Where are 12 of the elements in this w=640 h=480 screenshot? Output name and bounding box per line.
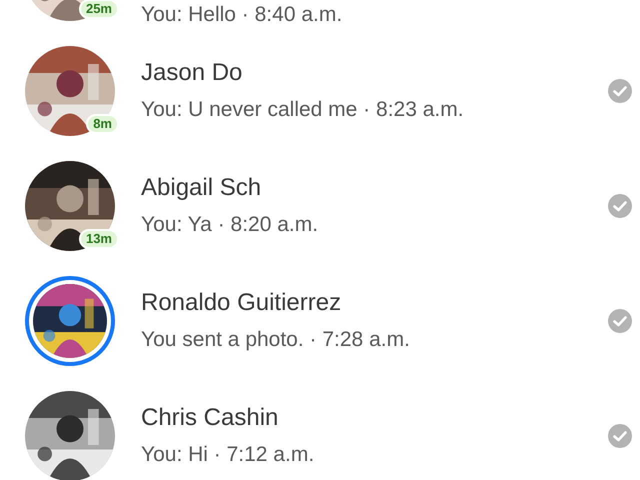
message-preview: You: Ya · 8:20 a.m. [141, 212, 320, 238]
message-preview: You: U never called me · 8:23 a.m. [141, 96, 465, 122]
active-time-badge: 8m [86, 114, 119, 134]
message-preview: You: Hi · 7:12 a.m. [141, 442, 316, 468]
contact-name: Chris Cashin [141, 404, 280, 432]
message-preview: You: Hello · 8:40 a.m. [141, 2, 344, 28]
active-time-badge: 13m [78, 228, 119, 248]
contact-name: Abigail Sch [141, 174, 262, 202]
active-time-badge: 25m [78, 0, 119, 18]
contact-name: Jason Do [141, 58, 244, 86]
message-preview: You sent a photo. · 7:28 a.m. [141, 326, 411, 352]
contact-name: Ronaldo Guitierrez [141, 288, 342, 316]
